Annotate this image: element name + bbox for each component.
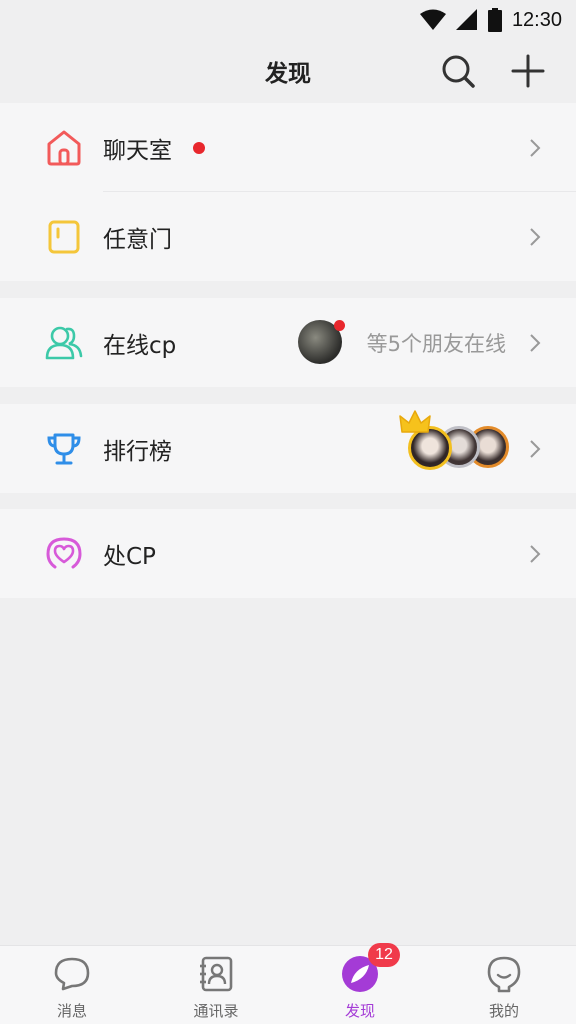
tab-messages[interactable]: 消息: [0, 946, 144, 1024]
tab-label: 消息: [56, 1002, 87, 1020]
battery-icon: [487, 8, 502, 32]
search-button[interactable]: [435, 48, 481, 94]
online-dot: [334, 320, 345, 331]
users-icon: [44, 323, 84, 363]
search-icon: [442, 55, 475, 88]
menu-group-1: 聊天室 任意门: [0, 103, 576, 281]
smiley-icon: [484, 954, 524, 994]
tab-discover[interactable]: 12 发现: [288, 943, 432, 1024]
crown-icon: [399, 410, 431, 433]
online-friends-text: 等5个朋友在线: [366, 331, 506, 356]
status-bar: 12:30: [0, 0, 576, 40]
menu-label-chatroom: 聊天室: [103, 137, 172, 164]
chevron-right-icon: [530, 439, 541, 458]
menu-item-anydoor[interactable]: 任意门: [0, 192, 576, 281]
menu-item-chatroom[interactable]: 聊天室: [0, 103, 576, 192]
tab-label: 发现: [344, 1002, 375, 1020]
trophy-icon: [44, 429, 84, 469]
cellular-signal-icon: [455, 9, 477, 30]
menu-group-4: 处CP: [0, 509, 576, 598]
tab-contacts[interactable]: 通讯录: [144, 946, 288, 1024]
tab-label: 通讯录: [193, 1002, 239, 1020]
tab-me[interactable]: 我的: [432, 946, 576, 1024]
home-icon: [44, 128, 84, 168]
menu-label-make-cp: 处CP: [103, 543, 156, 570]
menu-label-online-cp: 在线cp: [103, 332, 177, 359]
status-time: 12:30: [511, 8, 562, 31]
address-book-icon: [196, 954, 236, 994]
chat-bubble-icon: [52, 954, 92, 994]
heart-ring-icon: [44, 534, 84, 574]
plus-icon: [511, 54, 545, 88]
add-button[interactable]: [505, 48, 551, 94]
chevron-right-icon: [530, 227, 541, 246]
menu-label-anydoor: 任意门: [103, 226, 172, 253]
unread-dot: [193, 142, 205, 154]
menu-item-online-cp[interactable]: 在线cp 等5个朋友在线: [0, 298, 576, 387]
door-icon: [44, 217, 84, 257]
menu-item-ranking[interactable]: 排行榜: [0, 404, 576, 493]
chevron-right-icon: [530, 138, 541, 157]
page-title: 发现: [265, 61, 311, 87]
tab-label: 我的: [488, 1002, 519, 1020]
notification-badge: 12: [368, 943, 400, 967]
chevron-right-icon: [530, 544, 541, 563]
wifi-icon: [419, 9, 446, 30]
menu-group-2: 在线cp 等5个朋友在线: [0, 298, 576, 387]
chevron-right-icon: [530, 333, 541, 352]
menu-group-3: 排行榜: [0, 404, 576, 493]
menu-item-make-cp[interactable]: 处CP: [0, 509, 576, 598]
menu-label-ranking: 排行榜: [103, 438, 172, 465]
bottom-tab-bar: 消息 通讯录 12 发现 我的: [0, 943, 576, 1024]
header-bar: 发现: [0, 40, 576, 102]
